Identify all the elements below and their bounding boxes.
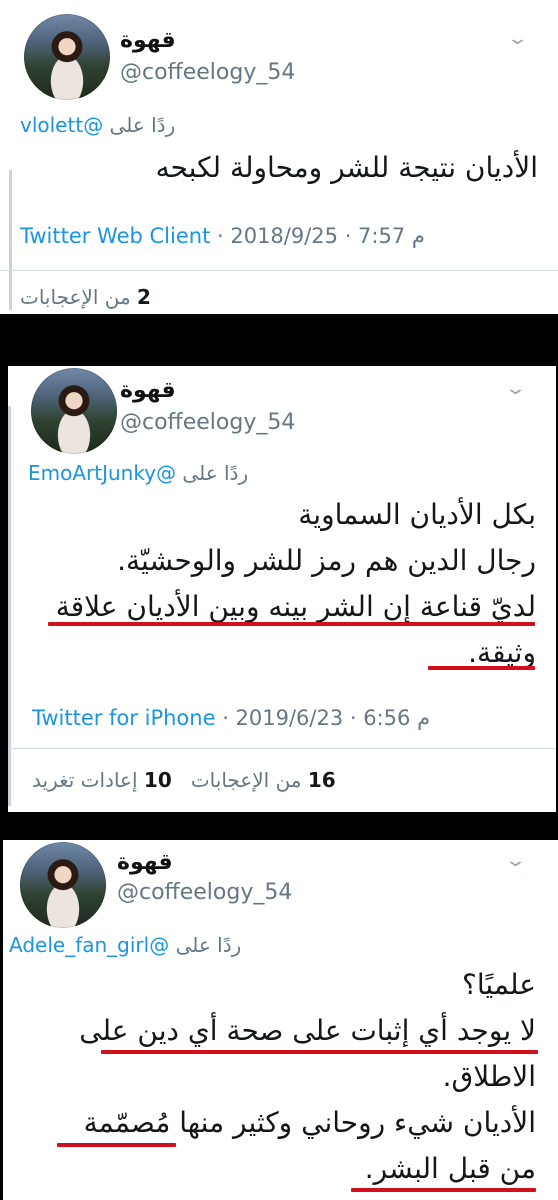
tweet-meta: Twitter Web Client · 2018/9/25 · 7:57 م: [20, 224, 425, 248]
reply-context: ردًا على @EmoArtJunky: [28, 461, 248, 485]
username[interactable]: @coffeelogy_54: [117, 880, 292, 905]
likes-count: 16: [307, 768, 336, 792]
display-name[interactable]: قهوة: [120, 28, 176, 53]
likes-stat[interactable]: 16 من الإعجابات: [184, 768, 336, 792]
highlight-underline: [428, 666, 535, 670]
tweet-text: علميًا؟ لا يوجد أي إثبات على صحة أي دين …: [79, 962, 536, 1192]
tweet-card-2[interactable]: قهوة @coffeelogy_54 ⌄ ردًا على @EmoArtJu…: [8, 366, 556, 812]
reply-context: ردًا على @vlolett: [20, 113, 175, 137]
tweet-line: رجال الدين هم رمز للشر والوحشيّة.: [117, 544, 536, 577]
tweet-text: بكل الأديان السماوية رجال الدين هم رمز ل…: [56, 492, 536, 676]
likes-label: من الإعجابات: [190, 768, 302, 792]
source-link[interactable]: Twitter Web Client: [20, 224, 210, 248]
tweet-text: الأديان نتيجة للشر ومحاولة لكبحه: [156, 145, 538, 191]
avatar[interactable]: [20, 842, 106, 928]
reply-prefix: ردًا على: [182, 461, 249, 485]
likes-label: من الإعجابات: [20, 285, 131, 309]
retweets-count: 10: [143, 768, 172, 792]
retweets-stat[interactable]: 10 إعادات تغريد: [32, 768, 172, 792]
source-link[interactable]: Twitter for iPhone: [32, 706, 216, 730]
reply-prefix: ردًا على: [175, 933, 242, 957]
reply-context: ردًا على @Adele_fan_girl: [9, 933, 241, 957]
tweet-line: من قبل البشر.: [364, 1152, 536, 1185]
tweet-card-1[interactable]: قهوة @coffeelogy_54 ⌄ ردًا على @vlolett …: [0, 0, 558, 314]
username[interactable]: @coffeelogy_54: [120, 410, 295, 435]
reply-mention[interactable]: @vlolett: [20, 113, 103, 137]
avatar[interactable]: [24, 14, 110, 100]
chevron-down-icon[interactable]: ⌄: [506, 28, 529, 49]
username[interactable]: @coffeelogy_54: [120, 60, 295, 85]
highlight-underline: [101, 1050, 538, 1054]
reply-mention[interactable]: @Adele_fan_girl: [9, 933, 169, 957]
display-name[interactable]: قهوة: [120, 378, 176, 403]
tweet-meta: Twitter for iPhone · 2019/6/23 · 6:56 م: [32, 706, 430, 730]
likes-stat[interactable]: 2 من الإعجابات: [20, 285, 151, 309]
tweet-line: الاطلاق.: [442, 1060, 536, 1093]
timestamp: · 2018/9/25 · 7:57 م: [217, 224, 425, 248]
retweets-label: إعادات تغريد: [32, 768, 138, 792]
tweet-line: علميًا؟: [461, 968, 536, 1001]
divider: [8, 748, 556, 749]
chevron-down-icon[interactable]: ⌄: [504, 850, 527, 871]
reply-mention[interactable]: @EmoArtJunky: [28, 461, 176, 485]
tweet-line: الأديان شيء روحاني وكثير منها مُصمّمة: [83, 1106, 536, 1139]
divider: [0, 270, 558, 271]
highlight-underline: [48, 622, 535, 626]
avatar[interactable]: [31, 368, 117, 454]
tweet-card-3[interactable]: قهوة @coffeelogy_54 ⌄ ردًا على @Adele_fa…: [3, 840, 558, 1200]
tweet-line: لا يوجد أي إثبات على صحة أي دين على: [79, 1014, 536, 1047]
highlight-underline: [57, 1143, 176, 1147]
thread-line: [8, 406, 11, 806]
tweet-line: بكل الأديان السماوية: [298, 498, 536, 531]
display-name[interactable]: قهوة: [117, 850, 173, 875]
thread-line: [9, 170, 12, 310]
tweet-line: الأديان نتيجة للشر ومحاولة لكبحه: [155, 151, 538, 184]
highlight-underline: [351, 1188, 536, 1192]
timestamp: · 2019/6/23 · 6:56 م: [222, 706, 431, 730]
likes-count: 2: [137, 285, 151, 309]
engagement-stats: 16 من الإعجابات 10 إعادات تغريد: [32, 768, 336, 792]
chevron-down-icon[interactable]: ⌄: [504, 378, 527, 399]
reply-prefix: ردًا على: [109, 113, 176, 137]
